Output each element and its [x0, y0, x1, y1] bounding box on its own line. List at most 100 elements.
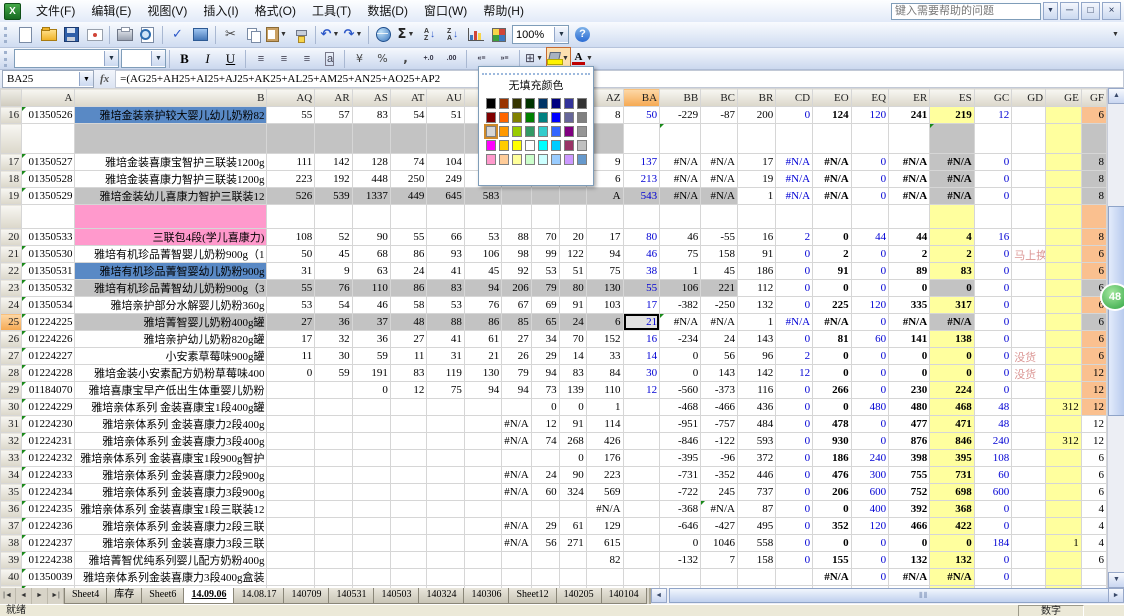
cell-A21[interactable]: 01350530: [22, 246, 75, 263]
cell-ES38[interactable]: 0: [930, 535, 975, 552]
row-header-20[interactable]: 20: [1, 229, 22, 246]
cell-A34[interactable]: 01224233: [22, 467, 75, 484]
cell-AT16[interactable]: 54: [390, 107, 427, 124]
cell-AU23[interactable]: 83: [427, 280, 464, 297]
row-header-40[interactable]: 40: [1, 569, 22, 586]
cell-AV32[interactable]: [464, 433, 501, 450]
cell-A22[interactable]: 01350531: [22, 263, 75, 280]
cell-EO22[interactable]: 91: [813, 263, 852, 280]
cell-AY22[interactable]: 51: [559, 263, 586, 280]
cell-ER26[interactable]: 141: [889, 331, 930, 348]
cell-BC27[interactable]: 56: [701, 348, 738, 365]
cell-BB39[interactable]: -132: [660, 552, 701, 569]
cell-B28[interactable]: 雅培金装小安素配方奶粉草莓味400: [75, 365, 267, 382]
cell-GE35[interactable]: [1046, 484, 1082, 501]
color-swatch-0-7[interactable]: [577, 98, 587, 109]
cell-AQ32[interactable]: [267, 433, 315, 450]
cell-AY31[interactable]: 91: [559, 416, 586, 433]
cell-GD21[interactable]: 马上换包装,: [1012, 246, 1046, 263]
cell-ES-band[interactable]: [930, 205, 975, 229]
cell-GF39[interactable]: 6: [1081, 552, 1106, 569]
cell-AX38[interactable]: 56: [531, 535, 559, 552]
cell-GE30[interactable]: 312: [1046, 399, 1082, 416]
cell-AS19[interactable]: 1337: [352, 188, 390, 205]
cell-GC33[interactable]: 108: [974, 450, 1011, 467]
color-swatch-2-1[interactable]: [499, 126, 509, 137]
toolbar-options-icon[interactable]: ▼: [1111, 31, 1120, 38]
cell-AV35[interactable]: [464, 484, 501, 501]
column-header-GC[interactable]: GC: [974, 89, 1011, 107]
cell-CD25[interactable]: #N/A: [776, 314, 813, 331]
cell-EQ39[interactable]: 0: [851, 552, 888, 569]
cell-CD24[interactable]: 0: [776, 297, 813, 314]
cell-EQ40[interactable]: 0: [851, 569, 888, 586]
color-swatch-1-6[interactable]: [564, 112, 574, 123]
cell-GE27[interactable]: [1046, 348, 1082, 365]
sheet-tab-140324[interactable]: 140324: [418, 588, 464, 604]
cell-A24[interactable]: 01350534: [22, 297, 75, 314]
cell-BB23[interactable]: 106: [660, 280, 701, 297]
cell-AX30[interactable]: 0: [531, 399, 559, 416]
row-header-16[interactable]: 16: [1, 107, 22, 124]
cell-EQ18[interactable]: 0: [851, 171, 888, 188]
cell-GE29[interactable]: [1046, 382, 1082, 399]
cell-EQ17[interactable]: 0: [851, 154, 888, 171]
cell-B35[interactable]: 雅培亲体系列 金装喜康力3段900g: [75, 484, 267, 501]
cell-AV22[interactable]: 45: [464, 263, 501, 280]
cell-EO40[interactable]: #N/A: [813, 569, 852, 586]
cell-AQ35[interactable]: [267, 484, 315, 501]
cell-AT37[interactable]: [390, 518, 427, 535]
color-swatch-0-0[interactable]: [486, 98, 496, 109]
select-all-corner[interactable]: [1, 89, 22, 107]
menu-文件(F)[interactable]: 文件(F): [28, 3, 83, 19]
cell-AX27[interactable]: 29: [531, 348, 559, 365]
cell-AQ23[interactable]: 55: [267, 280, 315, 297]
cell-AX40[interactable]: [531, 569, 559, 586]
cell-BC17[interactable]: #N/A: [701, 154, 738, 171]
cell-AZ32[interactable]: 426: [586, 433, 623, 450]
cell-GE24[interactable]: [1046, 297, 1082, 314]
cell-ES25[interactable]: #N/A: [930, 314, 975, 331]
cell-AU32[interactable]: [427, 433, 464, 450]
cell-AQ25[interactable]: 27: [267, 314, 315, 331]
cell-AS36[interactable]: [352, 501, 390, 518]
chevron-down-icon[interactable]: ▼: [104, 51, 118, 66]
cell-CD30[interactable]: 0: [776, 399, 813, 416]
cell-AU40[interactable]: [427, 569, 464, 586]
cell-AW24[interactable]: 67: [502, 297, 531, 314]
cell-ER35[interactable]: 752: [889, 484, 930, 501]
cell-AR38[interactable]: [315, 535, 352, 552]
cell-BA31[interactable]: [623, 416, 660, 433]
cell-GD26[interactable]: [1012, 331, 1046, 348]
cell-A17[interactable]: 01350527: [22, 154, 75, 171]
cell-BB19[interactable]: #N/A: [660, 188, 701, 205]
color-swatch-3-7[interactable]: [577, 140, 587, 151]
cell-GD24[interactable]: [1012, 297, 1046, 314]
cell-GE38[interactable]: 1: [1046, 535, 1082, 552]
cell-AY36[interactable]: [559, 501, 586, 518]
cell-B-band[interactable]: [75, 124, 267, 154]
cell-GC29[interactable]: 0: [974, 382, 1011, 399]
cell-ES27[interactable]: 0: [930, 348, 975, 365]
row-header-39[interactable]: 39: [1, 552, 22, 569]
cell-BA39[interactable]: [623, 552, 660, 569]
cell-BB16[interactable]: -229: [660, 107, 701, 124]
cell-A27[interactable]: 01224227: [22, 348, 75, 365]
cell-AQ30[interactable]: [267, 399, 315, 416]
cell-B-band[interactable]: [75, 205, 267, 229]
redo-button[interactable]: ↷▼: [342, 23, 365, 46]
cell-BB28[interactable]: 0: [660, 365, 701, 382]
currency-button[interactable]: ¥: [348, 47, 371, 70]
cell-BR36[interactable]: 87: [738, 501, 776, 518]
cell-GF30[interactable]: 12: [1081, 399, 1106, 416]
cell-EO25[interactable]: #N/A: [813, 314, 852, 331]
cell-AR20[interactable]: 52: [315, 229, 352, 246]
cell-BA29[interactable]: 12: [623, 382, 660, 399]
cell-AR35[interactable]: [315, 484, 352, 501]
sheet-tab-Sheet6[interactable]: Sheet6: [141, 588, 184, 604]
cell-GD39[interactable]: [1012, 552, 1046, 569]
cell-EQ33[interactable]: 240: [851, 450, 888, 467]
cell-AR40[interactable]: [315, 569, 352, 586]
cell-EQ22[interactable]: 0: [851, 263, 888, 280]
cell-AT35[interactable]: [390, 484, 427, 501]
